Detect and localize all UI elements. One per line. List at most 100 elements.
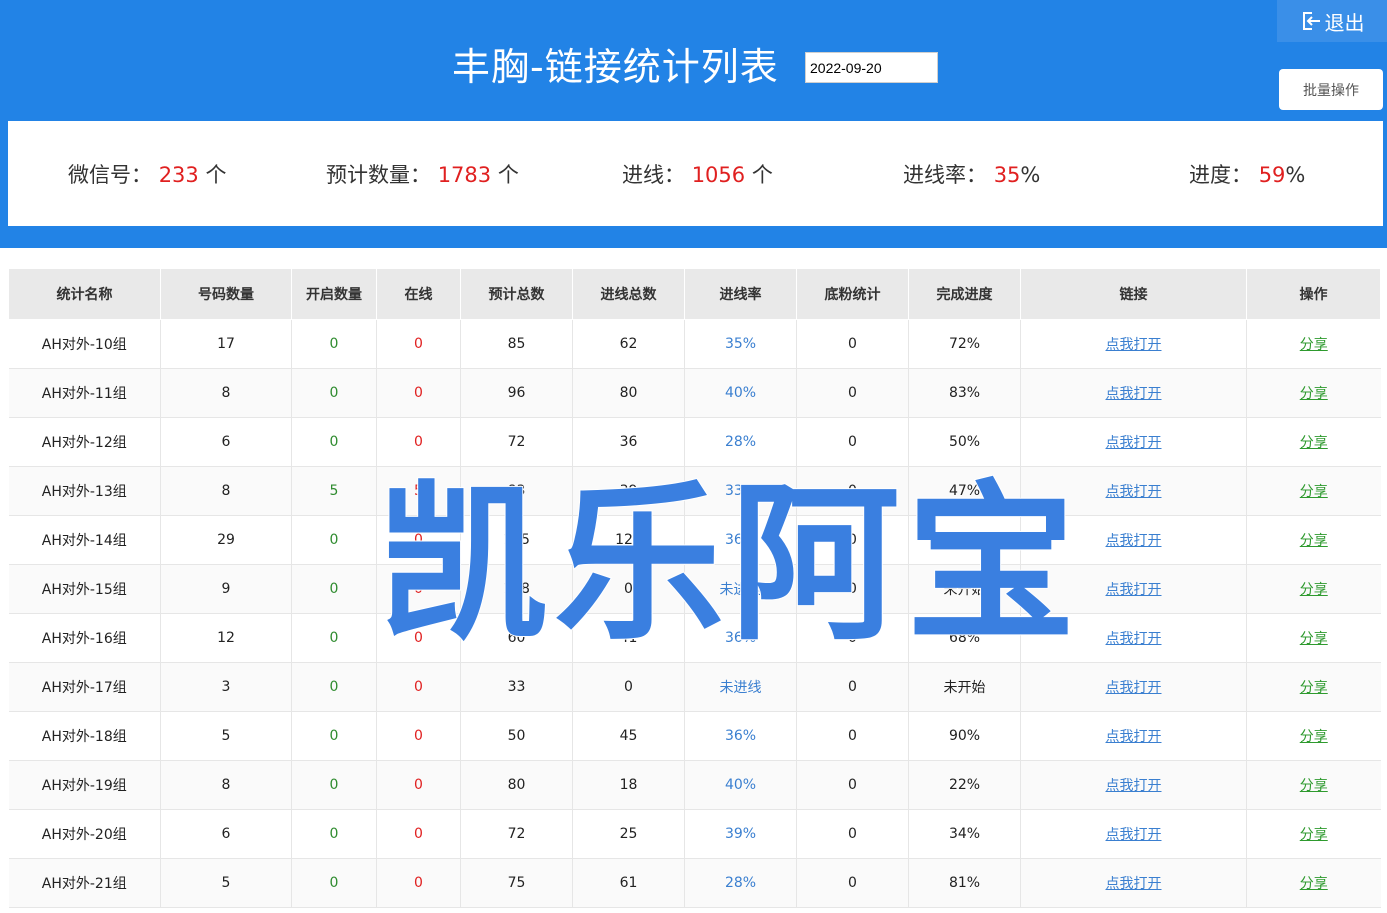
- open-link[interactable]: 点我打开: [1106, 435, 1162, 451]
- open-link[interactable]: 点我打开: [1106, 680, 1162, 696]
- table-cell: 0: [376, 319, 461, 369]
- table-cell: AH对外-11组: [8, 368, 161, 418]
- open-link[interactable]: 点我打开: [1106, 582, 1162, 598]
- share-link[interactable]: 分享: [1300, 484, 1328, 500]
- table-cell: 28%: [684, 417, 797, 467]
- column-header: 底粉统计: [796, 268, 909, 320]
- cell-name: AH对外-15组: [41, 582, 127, 598]
- logout-label: 退出: [1324, 10, 1365, 35]
- share-link[interactable]: 分享: [1300, 435, 1328, 451]
- column-header: 进线率: [684, 268, 797, 320]
- table-cell: 未开始: [908, 662, 1021, 712]
- table-cell: 5: [160, 711, 292, 761]
- table-cell: 0: [796, 711, 909, 761]
- table-cell: AH对外-10组: [8, 319, 161, 369]
- open-link[interactable]: 点我打开: [1106, 827, 1162, 843]
- stat-incoming: 进线： 1056 个: [622, 159, 773, 189]
- cell-number-count: 9: [221, 581, 231, 597]
- cell-expected-total: 83: [507, 483, 526, 499]
- table-cell: 未进线: [684, 564, 797, 614]
- column-header: 在线: [376, 268, 461, 320]
- table-cell: 分享: [1246, 858, 1381, 908]
- share-link[interactable]: 分享: [1300, 729, 1328, 745]
- cell-open-count: 0: [329, 777, 339, 793]
- table-cell: 72: [460, 809, 573, 859]
- share-link[interactable]: 分享: [1300, 680, 1328, 696]
- table-cell: 点我打开: [1020, 564, 1247, 614]
- cell-number-count: 8: [221, 385, 231, 401]
- column-header: 完成进度: [908, 268, 1021, 320]
- batch-operation-button[interactable]: 批量操作: [1279, 69, 1383, 110]
- stat-unit: %: [1020, 163, 1041, 187]
- share-link[interactable]: 分享: [1300, 778, 1328, 794]
- table-row: AH对外-21组 5 0 0 75 61 28% 0 81% 点我打开 分享: [8, 858, 1381, 908]
- cell-number-count: 12: [217, 630, 235, 646]
- open-link[interactable]: 点我打开: [1106, 484, 1162, 500]
- table-cell: 36%: [684, 613, 797, 663]
- open-link[interactable]: 点我打开: [1106, 778, 1162, 794]
- open-link[interactable]: 点我打开: [1106, 729, 1162, 745]
- table-body: AH对外-10组 17 0 0 85 62 35% 0 72% 点我打开 分享 AH对外-11组 8 0 0…: [8, 319, 1381, 908]
- cell-base-stats: 0: [848, 728, 857, 744]
- table-cell: 33: [460, 662, 573, 712]
- share-link[interactable]: 分享: [1300, 827, 1328, 843]
- stat-label: 进线率：: [903, 163, 987, 187]
- cell-progress: 68%: [948, 630, 981, 646]
- table-cell: 点我打开: [1020, 809, 1247, 859]
- cell-base-stats: 0: [848, 385, 857, 401]
- cell-online: 0: [414, 385, 423, 401]
- table-cell: AH对外-17组: [8, 662, 161, 712]
- open-link[interactable]: 点我打开: [1106, 533, 1162, 549]
- stats-table-container: 统计名称 号码数量 开启数量 在线 预计总数 进线总数 进线率 底粉统计 完成进…: [8, 268, 1381, 908]
- logout-button[interactable]: 退出: [1277, 0, 1387, 42]
- cell-base-stats: 0: [848, 679, 857, 695]
- table-row: AH对外-18组 5 0 0 50 45 36% 0 90% 点我打开 分享: [8, 711, 1381, 761]
- table-cell: 72: [460, 417, 573, 467]
- date-input[interactable]: [805, 52, 938, 83]
- table-cell: 分享: [1246, 662, 1381, 712]
- table-cell: 8: [160, 466, 292, 516]
- table-cell: 0: [376, 858, 461, 908]
- table-cell: AH对外-13组: [8, 466, 161, 516]
- cell-name: AH对外-21组: [41, 876, 127, 892]
- share-link[interactable]: 分享: [1300, 337, 1328, 353]
- cell-expected-total: 72: [507, 434, 526, 450]
- cell-number-count: 29: [217, 532, 235, 548]
- cell-incoming-total: 61: [619, 875, 638, 891]
- table-cell: 6: [160, 417, 292, 467]
- table-cell: 点我打开: [1020, 858, 1247, 908]
- table-cell: 0: [796, 368, 909, 418]
- cell-expected-total: 72: [507, 826, 526, 842]
- open-link[interactable]: 点我打开: [1106, 631, 1162, 647]
- stat-progress: 进度： 59%: [1189, 159, 1305, 189]
- share-link[interactable]: 分享: [1300, 631, 1328, 647]
- cell-online: 0: [414, 581, 423, 597]
- table-cell: 5: [376, 466, 461, 516]
- cell-incoming-total: 25: [619, 826, 638, 842]
- cell-number-count: 6: [221, 434, 231, 450]
- share-link[interactable]: 分享: [1300, 533, 1328, 549]
- cell-number-count: 8: [221, 777, 231, 793]
- cell-expected-total: 33: [507, 679, 526, 695]
- table-cell: 0: [572, 564, 685, 614]
- cell-base-stats: 0: [848, 630, 857, 646]
- cell-incoming-rate: 35%: [724, 336, 757, 352]
- share-link[interactable]: 分享: [1300, 582, 1328, 598]
- table-cell: 0: [796, 515, 909, 565]
- table-cell: 未开始: [908, 564, 1021, 614]
- cell-progress: 87%: [948, 532, 981, 548]
- table-cell: 62: [572, 319, 685, 369]
- table-cell: 34%: [908, 809, 1021, 859]
- cell-incoming-rate: 未进线: [719, 582, 762, 598]
- column-header: 链接: [1020, 268, 1247, 320]
- open-link[interactable]: 点我打开: [1106, 337, 1162, 353]
- cell-open-count: 0: [329, 728, 339, 744]
- share-link[interactable]: 分享: [1300, 876, 1328, 892]
- stats-table: 统计名称 号码数量 开启数量 在线 预计总数 进线总数 进线率 底粉统计 完成进…: [8, 268, 1381, 908]
- cell-online: 0: [414, 728, 423, 744]
- share-link[interactable]: 分享: [1300, 386, 1328, 402]
- open-link[interactable]: 点我打开: [1106, 876, 1162, 892]
- cell-base-stats: 0: [848, 777, 857, 793]
- cell-expected-total: 108: [503, 581, 530, 597]
- open-link[interactable]: 点我打开: [1106, 386, 1162, 402]
